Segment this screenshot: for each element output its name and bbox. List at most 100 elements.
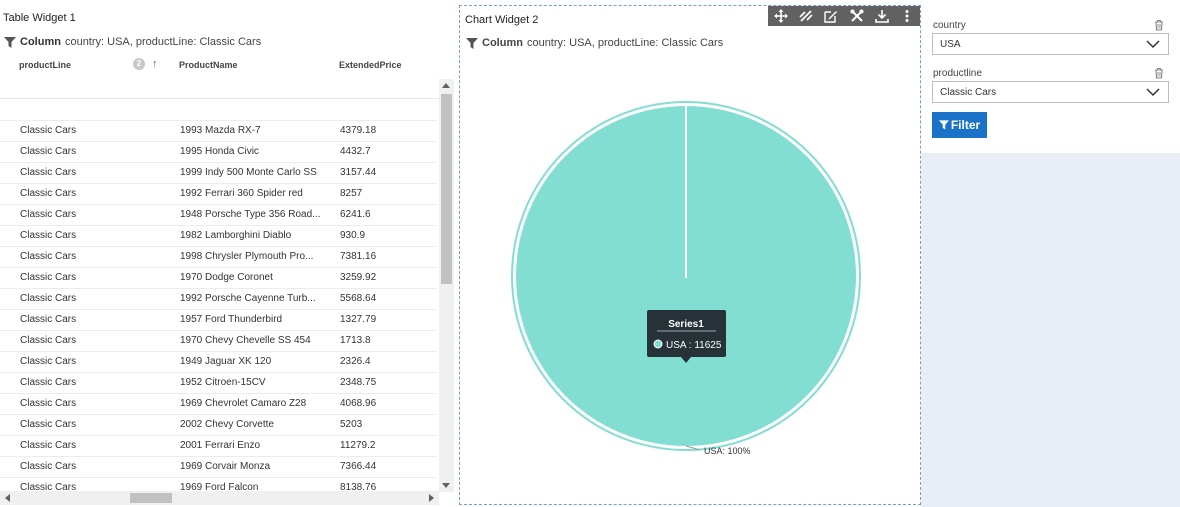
scroll-down-icon[interactable] [442, 483, 450, 488]
link-button[interactable] [798, 8, 814, 24]
cell-extendedprice: 8257 [340, 188, 363, 199]
table-row[interactable]: Classic Cars 1992 Ferrari 360 Spider red 8… [0, 183, 437, 204]
move-button[interactable] [773, 8, 789, 24]
cell-productname: 1970 Dodge Coronet [180, 272, 273, 283]
edit-button[interactable] [823, 8, 839, 24]
cell-productname: 1970 Chevy Chevelle SS 454 [180, 335, 311, 346]
tooltip-series-marker-icon [653, 339, 663, 349]
vertical-scrollbar[interactable] [439, 79, 454, 492]
table-row[interactable]: Classic Cars 2001 Ferrari Enzo 11279.2 [0, 435, 437, 456]
table-row[interactable]: Classic Cars 1952 Citroen-15CV 2348.75 [0, 372, 437, 393]
country-select[interactable]: USA [932, 33, 1169, 55]
pie-chart: USA: 100% Series1 USA : 11625 [511, 101, 861, 456]
filter-icon [4, 36, 16, 48]
cell-extendedprice: 1713.8 [340, 335, 371, 346]
sort-ascending-icon[interactable]: ↑ [152, 58, 158, 70]
cell-productline: Classic Cars [20, 293, 77, 304]
filter-criteria: country: USA, productLine: Classic Cars [526, 37, 724, 49]
cell-productline: Classic Cars [20, 398, 77, 409]
cell-productline: Classic Cars [20, 188, 77, 199]
cell-productname: 2001 Ferrari Enzo [180, 440, 261, 451]
table-row[interactable]: Classic Cars 1948 Porsche Type 356 Road..… [0, 204, 437, 225]
chevron-down-icon [1146, 88, 1160, 97]
column-header-productline[interactable]: productLine [19, 60, 71, 70]
chart-widget: USA: 100% Series1 USA : 11625 Chart Widg… [459, 5, 921, 505]
cell-extendedprice: 2348.75 [340, 377, 377, 388]
cell-extendedprice: 4068.96 [340, 398, 377, 409]
table-row[interactable]: Classic Cars 1992 Porsche Cayenne Turb...… [0, 288, 437, 309]
cell-extendedprice: 4432.7 [340, 146, 371, 157]
cell-extendedprice: 5568.64 [340, 293, 377, 304]
chevron-down-icon [1146, 40, 1160, 49]
cell-productname: 1992 Ferrari 360 Spider red [180, 188, 303, 199]
link-icon [799, 10, 813, 22]
filter-button[interactable]: Filter [932, 112, 987, 138]
table-header: productLine 2 ↑ ProductName ExtendedPric… [0, 52, 440, 78]
widget-toolbar [768, 6, 920, 26]
table-row[interactable]: Classic Cars 1993 Mazda RX-7 4379.18 [0, 120, 437, 141]
more-icon [905, 10, 909, 22]
download-icon [875, 10, 889, 23]
cell-productline: Classic Cars [20, 461, 77, 472]
cell-extendedprice: 7366.44 [340, 461, 377, 472]
chart-filter-summary: Column country: USA, productLine: Classi… [466, 37, 723, 49]
table-widget-title: Table Widget 1 [3, 12, 76, 24]
horizontal-scroll-thumb[interactable] [130, 493, 172, 503]
cell-productname: 1992 Porsche Cayenne Turb... [180, 293, 316, 304]
table-filter-summary: Column country: USA, productLine: Classi… [4, 36, 261, 48]
cell-productline: Classic Cars [20, 314, 77, 325]
vertical-scroll-thumb[interactable] [441, 94, 452, 284]
cell-productline: Classic Cars [20, 125, 77, 136]
cell-productline: Classic Cars [20, 167, 77, 178]
download-button[interactable] [874, 8, 890, 24]
tools-button[interactable] [849, 8, 865, 24]
cell-productname: 1952 Citroen-15CV [180, 377, 266, 388]
delete-productline-filter-icon[interactable] [1153, 67, 1165, 79]
horizontal-scrollbar[interactable] [0, 491, 439, 505]
table-row[interactable]: Classic Cars 1982 Lamborghini Diablo 930.9 [0, 225, 437, 246]
cell-extendedprice: 7381.16 [340, 251, 377, 262]
tools-icon [850, 9, 864, 22]
productline-select[interactable]: Classic Cars [932, 81, 1169, 103]
filter-panel: country USA productline Classic Cars Fil… [921, 0, 1180, 507]
cell-productline: Classic Cars [20, 230, 77, 241]
table-row[interactable]: Classic Cars 1998 Chrysler Plymouth Pro..… [0, 246, 437, 267]
table-row[interactable]: Classic Cars 1970 Chevy Chevelle SS 454 17… [0, 330, 437, 351]
edit-icon [824, 11, 838, 23]
cell-productline: Classic Cars [20, 419, 77, 430]
scroll-up-icon[interactable] [442, 83, 450, 88]
cell-extendedprice: 4379.18 [340, 125, 377, 136]
table-row[interactable]: Classic Cars 1949 Jaguar XK 120 2326.4 [0, 351, 437, 372]
table-row[interactable]: Classic Cars 1969 Ford Falcon 8138.76 [0, 477, 437, 492]
pie-data-label: USA: 100% [704, 446, 751, 456]
cell-extendedprice: 2326.4 [340, 356, 371, 367]
column-header-productname[interactable]: ProductName [179, 60, 238, 70]
cell-productline: Classic Cars [20, 377, 77, 388]
table-row[interactable]: Classic Cars 2002 Chevy Corvette 5203 [0, 414, 437, 435]
filter-button-label: Filter [950, 118, 981, 132]
tooltip-value: USA : 11625 [666, 340, 722, 351]
table-row[interactable]: Classic Cars 1969 Chevrolet Camaro Z28 406… [0, 393, 437, 414]
column-header-extendedprice[interactable]: ExtendedPrice [339, 60, 402, 70]
tooltip-title: Series1 [668, 319, 704, 330]
cell-productname: 1948 Porsche Type 356 Road... [180, 209, 321, 220]
scroll-left-icon[interactable] [5, 494, 10, 502]
table-row[interactable]: Classic Cars 1995 Honda Civic 4432.7 [0, 141, 437, 162]
table-row[interactable]: Classic Cars 1999 Indy 500 Monte Carlo SS… [0, 162, 437, 183]
cell-extendedprice: 11279.2 [340, 440, 376, 451]
cell-extendedprice: 3157.44 [340, 167, 377, 178]
cell-productname: 1957 Ford Thunderbird [180, 314, 283, 325]
sort-order-badge: 2 [133, 58, 145, 70]
scroll-right-icon[interactable] [429, 494, 434, 502]
cell-productname: 1998 Chrysler Plymouth Pro... [180, 251, 314, 262]
cell-extendedprice: 6241.6 [340, 209, 371, 220]
table-row[interactable]: Classic Cars 1969 Corvair Monza 7366.44 [0, 456, 437, 477]
country-select-value: USA [940, 39, 961, 50]
table-row[interactable]: Classic Cars 1957 Ford Thunderbird 1327.79 [0, 309, 437, 330]
cell-productname: 1982 Lamborghini Diablo [180, 230, 292, 241]
delete-country-filter-icon[interactable] [1153, 19, 1165, 31]
table-widget: Table Widget 1 Column country: USA, prod… [0, 0, 457, 507]
table-row[interactable]: Classic Cars 1970 Dodge Coronet 3259.92 [0, 267, 437, 288]
cell-extendedprice: 5203 [340, 419, 363, 430]
more-options-button[interactable] [899, 8, 915, 24]
